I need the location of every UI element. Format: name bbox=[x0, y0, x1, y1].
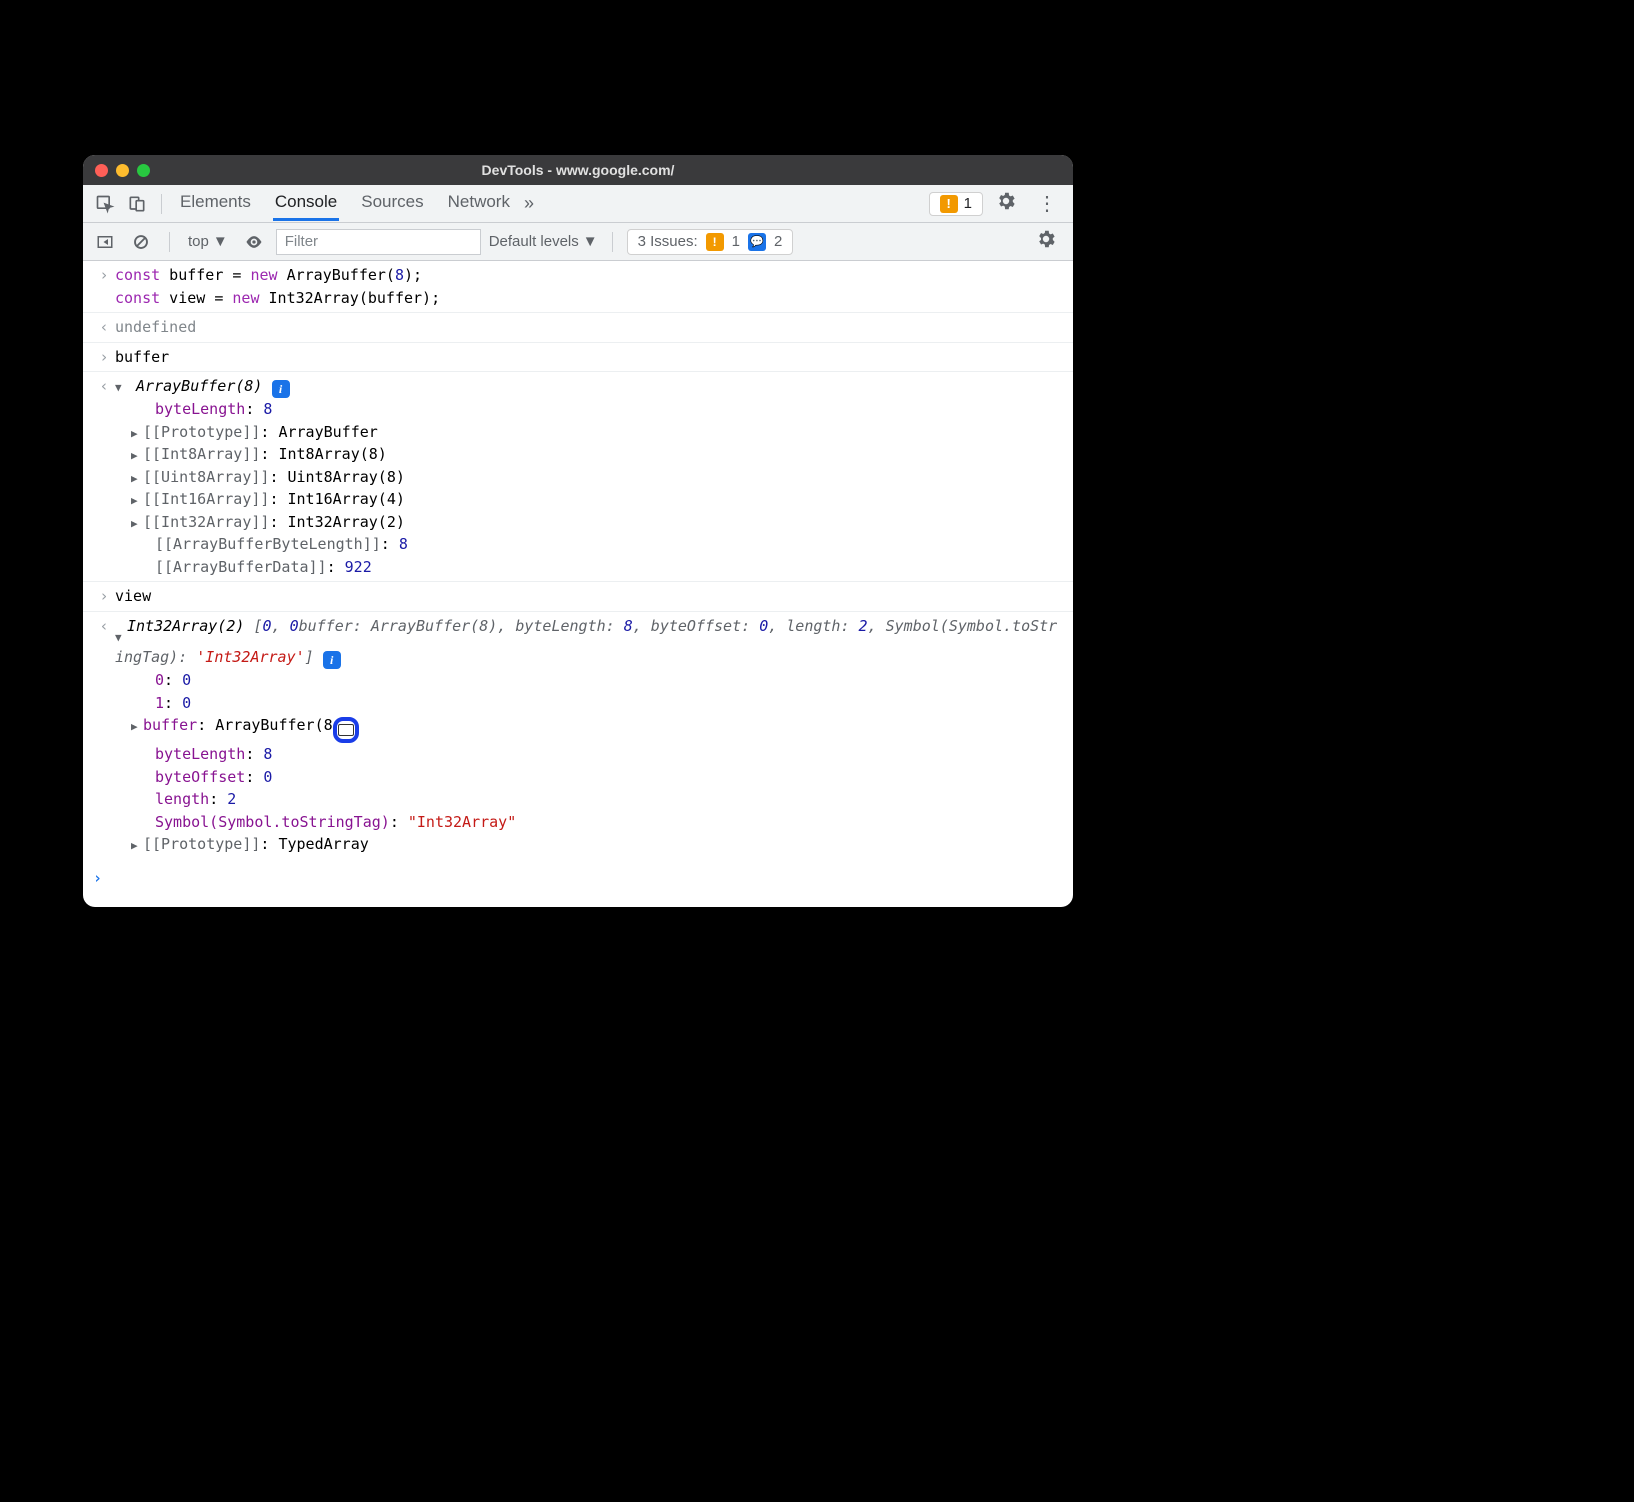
divider bbox=[169, 232, 170, 252]
warning-count: 1 bbox=[964, 195, 972, 212]
maximize-icon[interactable] bbox=[137, 164, 150, 177]
console-output: ‹ ▼ ArrayBuffer(8) i byteLength: 8 ▶[[Pr… bbox=[83, 372, 1073, 582]
tree-prop: Symbol(Symbol.toStringTag): "Int32Array" bbox=[115, 811, 1063, 834]
info-icon[interactable]: i bbox=[323, 651, 341, 669]
devtools-window: DevTools - www.google.com/ Elements Cons… bbox=[83, 155, 1073, 907]
divider bbox=[612, 232, 613, 252]
dropdown-icon: ▼ bbox=[583, 233, 598, 250]
levels-label: Default levels bbox=[489, 233, 579, 250]
tree-prop[interactable]: ▶[[Prototype]]: TypedArray bbox=[115, 833, 1063, 856]
dropdown-icon: ▼ bbox=[213, 233, 228, 250]
expand-icon[interactable]: ▶ bbox=[131, 516, 143, 533]
collapse-icon[interactable]: ▼ bbox=[115, 380, 127, 397]
warning-icon: ! bbox=[706, 233, 724, 251]
warnings-badge[interactable]: ! 1 bbox=[929, 192, 983, 216]
minimize-icon[interactable] bbox=[116, 164, 129, 177]
tree-prop[interactable]: ▶[[Int8Array]]: Int8Array(8) bbox=[115, 443, 1063, 466]
console-output: ‹ undefined bbox=[83, 313, 1073, 343]
console-settings-icon[interactable] bbox=[1027, 228, 1065, 256]
warning-icon: ! bbox=[940, 195, 958, 213]
inspect-icon[interactable] bbox=[91, 190, 119, 218]
context-label: top bbox=[188, 233, 209, 250]
console-input: › const buffer = new ArrayBuffer(8); con… bbox=[83, 261, 1073, 313]
traffic-lights bbox=[95, 164, 150, 177]
tree-prop: [[ArrayBufferData]]: 922 bbox=[115, 556, 1063, 579]
panel-tabs: Elements Console Sources Network bbox=[178, 186, 512, 221]
live-expression-icon[interactable] bbox=[240, 228, 268, 256]
tree-summary[interactable]: ▼ ArrayBuffer(8) i bbox=[115, 375, 1063, 398]
tree-summary[interactable]: ▼Int32Array(2) [0, 0buffer: ArrayBuffer(… bbox=[115, 615, 1063, 670]
tree-prop[interactable]: ▶[[Uint8Array]]: Uint8Array(8) bbox=[115, 466, 1063, 489]
main-toolbar: Elements Console Sources Network » ! 1 ⋮ bbox=[83, 185, 1073, 223]
tree-prop: byteLength: 8 bbox=[115, 398, 1063, 421]
info-icon[interactable]: i bbox=[272, 380, 290, 398]
tabs-overflow-icon[interactable]: » bbox=[516, 193, 542, 214]
console-input: › buffer bbox=[83, 343, 1073, 373]
object-tree: ▼Int32Array(2) [0, 0buffer: ArrayBuffer(… bbox=[115, 615, 1063, 856]
tree-prop: byteOffset: 0 bbox=[115, 766, 1063, 789]
tree-prop: 1: 0 bbox=[115, 692, 1063, 715]
tree-prop[interactable]: ▶buffer: ArrayBuffer(8 bbox=[115, 714, 1063, 743]
tab-console[interactable]: Console bbox=[273, 186, 339, 221]
issues-button[interactable]: 3 Issues: ! 1 💬 2 bbox=[627, 229, 794, 255]
tree-prop: 0: 0 bbox=[115, 669, 1063, 692]
log-levels-selector[interactable]: Default levels ▼ bbox=[489, 233, 598, 250]
object-type: ArrayBuffer(8) bbox=[136, 377, 262, 395]
tree-prop[interactable]: ▶[[Int32Array]]: Int32Array(2) bbox=[115, 511, 1063, 534]
titlebar: DevTools - www.google.com/ bbox=[83, 155, 1073, 185]
output-chevron-icon: ‹ bbox=[93, 375, 115, 578]
object-tree: ▼ ArrayBuffer(8) i byteLength: 8 ▶[[Prot… bbox=[115, 375, 1063, 578]
tree-prop[interactable]: ▶[[Prototype]]: ArrayBuffer bbox=[115, 421, 1063, 444]
tab-elements[interactable]: Elements bbox=[178, 186, 253, 221]
tree-prop: [[ArrayBufferByteLength]]: 8 bbox=[115, 533, 1063, 556]
code-line: const buffer = new ArrayBuffer(8); const… bbox=[115, 264, 1063, 309]
tree-prop[interactable]: ▶[[Int16Array]]: Int16Array(4) bbox=[115, 488, 1063, 511]
collapse-icon[interactable]: ▼ bbox=[115, 630, 127, 647]
info-icon: 💬 bbox=[748, 233, 766, 251]
console-subbar: top ▼ Filter Default levels ▼ 3 Issues: … bbox=[83, 223, 1073, 261]
memory-inspector-icon[interactable] bbox=[333, 717, 359, 743]
context-selector[interactable]: top ▼ bbox=[184, 233, 232, 250]
clear-console-icon[interactable] bbox=[127, 228, 155, 256]
divider bbox=[161, 194, 162, 214]
undefined-result: undefined bbox=[115, 316, 1063, 339]
sidebar-toggle-icon[interactable] bbox=[91, 228, 119, 256]
tree-prop: length: 2 bbox=[115, 788, 1063, 811]
close-icon[interactable] bbox=[95, 164, 108, 177]
expand-icon[interactable]: ▶ bbox=[131, 426, 143, 443]
console-body: › const buffer = new ArrayBuffer(8); con… bbox=[83, 261, 1073, 907]
device-toggle-icon[interactable] bbox=[123, 190, 151, 218]
output-chevron-icon: ‹ bbox=[93, 615, 115, 856]
code-line: buffer bbox=[115, 346, 1063, 369]
output-chevron-icon: ‹ bbox=[93, 316, 115, 339]
input-chevron-icon: › bbox=[93, 585, 115, 608]
tab-sources[interactable]: Sources bbox=[359, 186, 425, 221]
console-output: ‹ ▼Int32Array(2) [0, 0buffer: ArrayBuffe… bbox=[83, 612, 1073, 859]
input-chevron-icon: › bbox=[93, 264, 115, 309]
console-input: › view bbox=[83, 582, 1073, 612]
filter-placeholder: Filter bbox=[285, 233, 318, 250]
tab-network[interactable]: Network bbox=[446, 186, 512, 221]
issues-info-count: 2 bbox=[774, 233, 782, 250]
filter-input[interactable]: Filter bbox=[276, 229, 481, 255]
more-icon[interactable]: ⋮ bbox=[1029, 191, 1065, 216]
issues-warn-count: 1 bbox=[732, 233, 740, 250]
input-chevron-icon: › bbox=[93, 346, 115, 369]
window-title: DevTools - www.google.com/ bbox=[83, 162, 1073, 178]
expand-icon[interactable]: ▶ bbox=[131, 448, 143, 465]
tree-prop: byteLength: 8 bbox=[115, 743, 1063, 766]
issues-label: 3 Issues: bbox=[638, 233, 698, 250]
expand-icon[interactable]: ▶ bbox=[131, 493, 143, 510]
expand-icon[interactable]: ▶ bbox=[131, 838, 143, 855]
settings-icon[interactable] bbox=[987, 190, 1025, 218]
code-line: view bbox=[115, 585, 1063, 608]
expand-icon[interactable]: ▶ bbox=[131, 719, 143, 736]
console-prompt[interactable]: › bbox=[83, 859, 1073, 898]
expand-icon[interactable]: ▶ bbox=[131, 471, 143, 488]
